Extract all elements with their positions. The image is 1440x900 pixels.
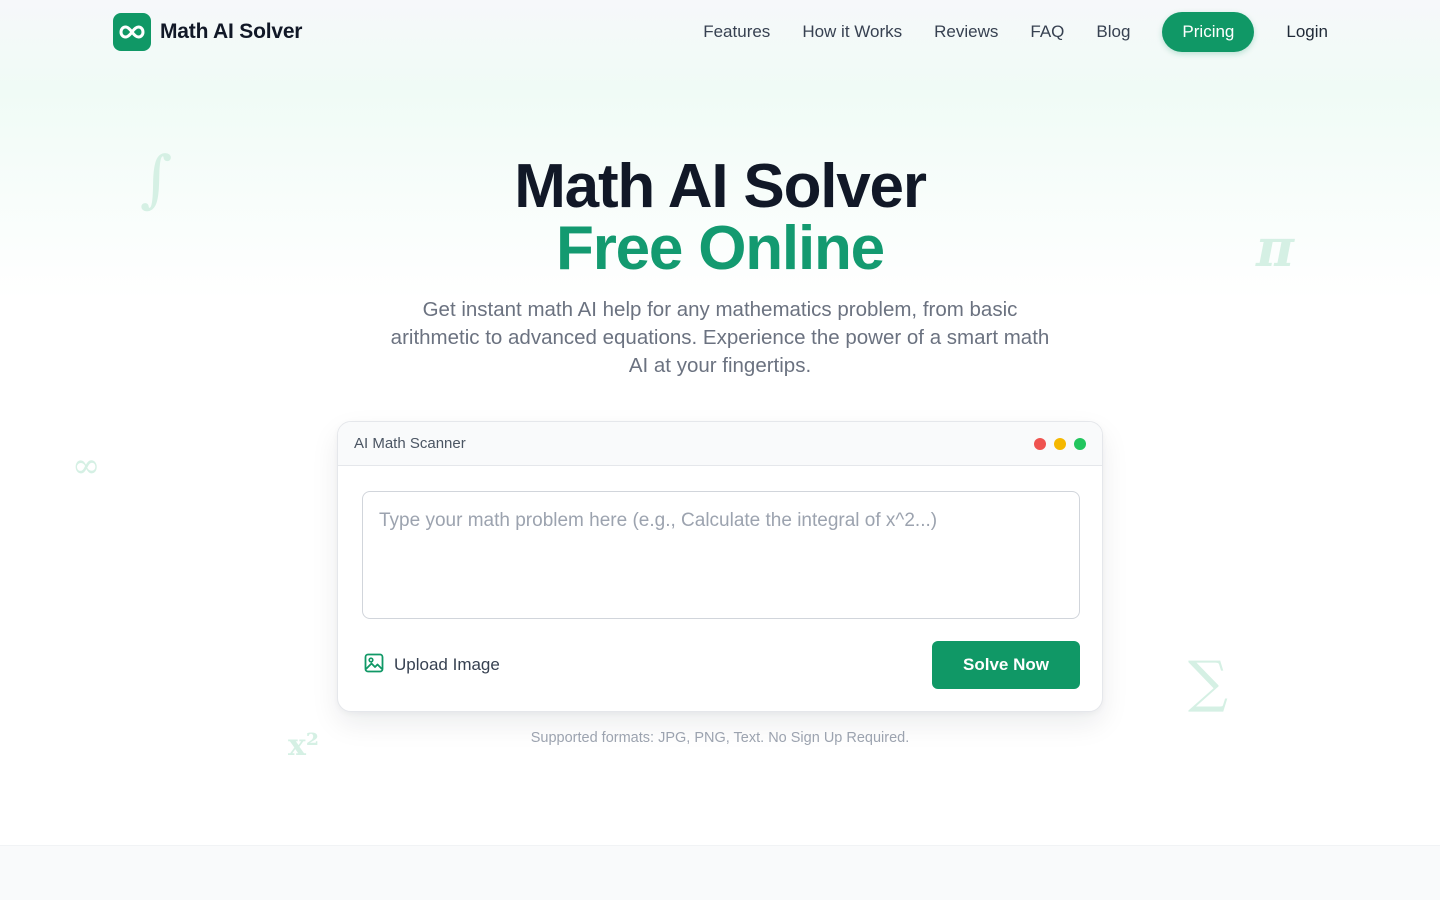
supported-formats-note: Supported formats: JPG, PNG, Text. No Si…: [530, 730, 910, 746]
top-navigation: Math AI Solver Features How it Works Rev…: [0, 0, 1440, 64]
hero-title-line-2: Free Online: [556, 214, 885, 283]
brand-name: Math AI Solver: [160, 20, 303, 43]
math-scanner-card: AI Math Scanner Upload Image Solve Now: [337, 421, 1103, 712]
nav-link-features[interactable]: Features: [703, 22, 770, 42]
brand-home-link[interactable]: Math AI Solver: [113, 13, 302, 51]
scanner-card-header: AI Math Scanner: [338, 422, 1102, 466]
nav-link-how-it-works[interactable]: How it Works: [802, 22, 902, 42]
nav-link-faq[interactable]: FAQ: [1030, 22, 1064, 42]
scanner-title: AI Math Scanner: [354, 435, 466, 452]
math-problem-input[interactable]: [362, 491, 1080, 619]
infinity-icon: [113, 13, 151, 51]
hero-description: Get instant math AI help for any mathema…: [390, 298, 1050, 377]
nav-link-blog[interactable]: Blog: [1096, 22, 1130, 42]
upload-image-label: Upload Image: [394, 655, 500, 674]
upload-image-button[interactable]: Upload Image: [364, 652, 500, 678]
yellow-dot: [1054, 437, 1066, 450]
image-icon: [364, 653, 384, 678]
next-section-band: [0, 845, 1440, 900]
green-dot: [1074, 437, 1086, 450]
hero-title-line-1: Math AI Solver: [514, 152, 927, 221]
login-link[interactable]: Login: [1286, 22, 1328, 42]
nav-link-reviews[interactable]: Reviews: [934, 22, 998, 42]
pricing-button[interactable]: Pricing: [1162, 12, 1255, 52]
nav-links: Features How it Works Reviews FAQ Blog P…: [703, 12, 1328, 52]
red-dot: [1034, 437, 1046, 450]
sigma-symbol-decoration: ∑: [1188, 650, 1228, 715]
hero-title: Math AI Solver Free Online: [0, 156, 1440, 280]
window-dots: [1034, 437, 1086, 450]
infinity-symbol-decoration: ∞: [72, 446, 101, 486]
solve-now-button[interactable]: Solve Now: [932, 641, 1080, 689]
